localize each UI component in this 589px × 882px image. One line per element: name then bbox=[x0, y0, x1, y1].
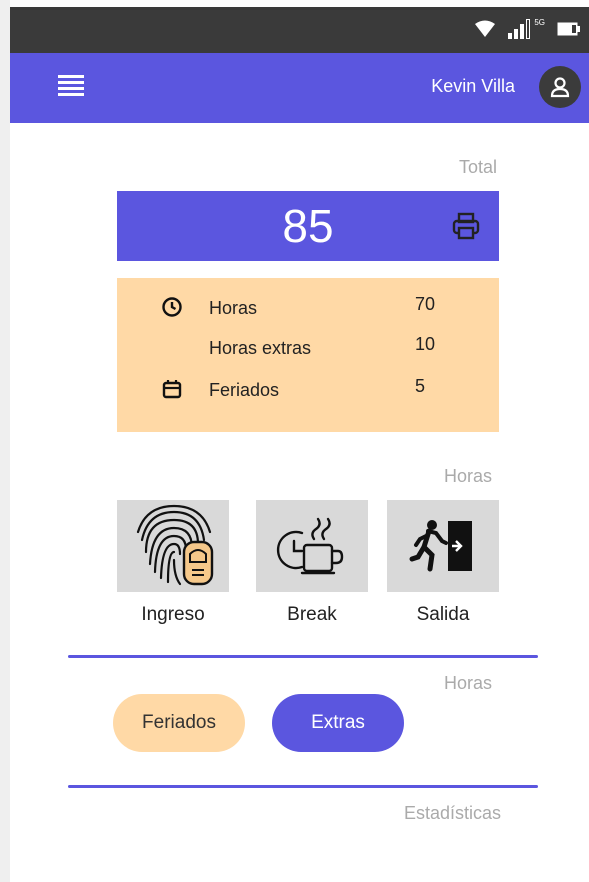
salida-label: Salida bbox=[416, 604, 470, 625]
app-bar: Kevin Villa bbox=[10, 53, 589, 123]
total-label: Total bbox=[458, 157, 497, 177]
ingreso-label: Ingreso bbox=[141, 604, 205, 625]
break-label: Break bbox=[287, 604, 337, 625]
summary-value: 10 bbox=[415, 334, 436, 354]
print-button[interactable] bbox=[449, 209, 483, 243]
hours-summary-card: Horas 70 Horas extras 10 Feriados 5 bbox=[117, 278, 499, 432]
total-card: 85 bbox=[117, 191, 499, 261]
ingreso-tile[interactable] bbox=[117, 500, 229, 592]
left-gutter bbox=[0, 0, 10, 882]
summary-row-horas-extras: Horas extras 10 bbox=[117, 334, 499, 364]
break-button[interactable]: Break bbox=[256, 500, 368, 626]
actions-section-label: Horas bbox=[443, 466, 492, 486]
stats-section-label: Estadísticas bbox=[403, 803, 501, 823]
battery-icon bbox=[557, 22, 580, 36]
summary-row-feriados: Feriados 5 bbox=[117, 376, 499, 406]
wifi-icon bbox=[475, 20, 496, 37]
status-icons: 5G bbox=[474, 18, 581, 39]
coffee-break-icon bbox=[276, 517, 344, 575]
user-name[interactable]: Kevin Villa bbox=[431, 76, 515, 97]
summary-label: Horas bbox=[209, 298, 258, 318]
status-bar: 5G bbox=[10, 7, 589, 53]
menu-icon[interactable] bbox=[58, 75, 84, 97]
extras-button[interactable]: Extras bbox=[272, 694, 404, 752]
summary-row-horas: Horas 70 bbox=[117, 294, 499, 324]
network-type-label: 5G bbox=[534, 18, 545, 27]
cellular-signal-icon: 5G bbox=[508, 18, 545, 39]
avatar[interactable] bbox=[539, 66, 581, 108]
divider bbox=[68, 655, 538, 658]
user-icon bbox=[550, 77, 570, 98]
total-value: 85 bbox=[282, 200, 334, 252]
break-tile[interactable] bbox=[256, 500, 368, 592]
ingreso-button[interactable]: Ingreso bbox=[117, 500, 229, 626]
summary-value: 70 bbox=[415, 294, 436, 314]
divider bbox=[68, 785, 538, 788]
summary-value: 5 bbox=[415, 376, 426, 396]
salida-tile[interactable] bbox=[387, 500, 499, 592]
printer-icon bbox=[452, 212, 480, 240]
salida-button[interactable]: Salida bbox=[387, 500, 499, 626]
clock-icon bbox=[162, 297, 182, 317]
calendar-icon bbox=[162, 380, 182, 399]
fingerprint-icon bbox=[136, 504, 214, 586]
feriados-button[interactable]: Feriados bbox=[113, 694, 245, 752]
exit-icon bbox=[409, 520, 472, 572]
summary-label: Horas extras bbox=[209, 338, 312, 358]
filters-section-label: Horas bbox=[443, 673, 492, 693]
summary-label: Feriados bbox=[209, 380, 280, 400]
